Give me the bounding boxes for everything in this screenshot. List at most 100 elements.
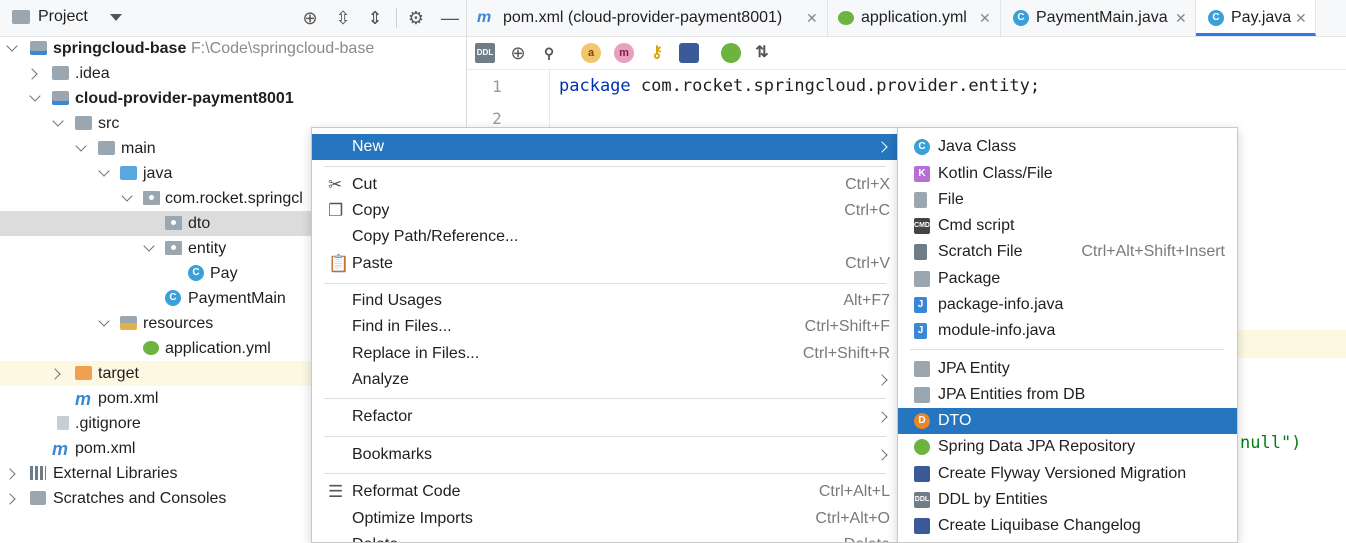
- tree-label: External Libraries: [53, 465, 178, 482]
- submenu-label: DDL by Entities: [938, 491, 1048, 508]
- chevron-down-icon[interactable]: [143, 240, 155, 252]
- tree-item-springcloud-base[interactable]: springcloud-base F:\Code\springcloud-bas…: [0, 36, 466, 61]
- project-title[interactable]: Project: [38, 8, 88, 26]
- key-icon[interactable]: ⚷: [647, 43, 667, 63]
- chevron-right-icon[interactable]: [4, 468, 16, 480]
- submenu-item-package-info[interactable]: J package-info.java: [898, 292, 1237, 318]
- tree-label: pom.xml: [75, 440, 136, 457]
- chevron-down-icon[interactable]: [98, 165, 110, 177]
- yaml-file-icon: [143, 341, 159, 355]
- chevron-down-icon[interactable]: [121, 190, 133, 202]
- tab-application-yml[interactable]: application.yml ✕: [828, 0, 1001, 36]
- submenu-item-package[interactable]: Package: [898, 266, 1237, 292]
- menu-shortcut: Ctrl+X: [845, 176, 890, 193]
- gear-icon[interactable]: ⚙: [406, 8, 426, 28]
- project-folder-icon: [12, 10, 30, 24]
- code-fragment[interactable]: null"): [1240, 433, 1301, 453]
- menu-label: Find Usages: [352, 292, 442, 309]
- close-icon[interactable]: ✕: [806, 0, 818, 36]
- submenu-item-module-info[interactable]: J module-info.java: [898, 318, 1237, 344]
- menu-separator: [324, 436, 886, 437]
- folder-icon: [75, 116, 92, 130]
- menu-shortcut: Ctrl+Alt+L: [818, 483, 890, 500]
- chevron-down-icon[interactable]: [110, 14, 122, 21]
- locate-icon[interactable]: ⊕: [300, 8, 320, 28]
- tab-pay-java[interactable]: C Pay.java ✕: [1196, 0, 1316, 36]
- crosshair-icon[interactable]: ⊕: [508, 43, 528, 63]
- submenu-item-flyway-migration[interactable]: Create Flyway Versioned Migration: [898, 461, 1237, 487]
- tree-item-idea[interactable]: .idea: [0, 61, 466, 86]
- menu-item-paste[interactable]: 📋 Paste Ctrl+V: [312, 251, 898, 277]
- menu-item-replace-in-files[interactable]: Replace in Files... Ctrl+Shift+R: [312, 341, 898, 367]
- submenu-item-cmd-script[interactable]: CMD Cmd script: [898, 213, 1237, 239]
- method-icon[interactable]: m: [614, 43, 634, 63]
- submenu-item-scratch-file[interactable]: Scratch File Ctrl+Alt+Shift+Insert: [898, 239, 1237, 265]
- spring-data-icon[interactable]: [721, 43, 741, 63]
- attribute-icon[interactable]: a: [581, 43, 601, 63]
- chevron-right-icon[interactable]: [26, 68, 38, 80]
- scratches-icon: [30, 491, 46, 505]
- submenu-separator: [910, 349, 1224, 350]
- menu-item-delete[interactable]: Delete... Delete: [312, 532, 898, 542]
- project-header: Project ⊕ ⇳ ⇕ ⚙ —: [0, 0, 466, 37]
- tree-label: springcloud-base: [53, 40, 187, 57]
- submenu-label: Java Class: [938, 138, 1017, 155]
- sort-icon[interactable]: ⇅: [752, 43, 772, 63]
- menu-item-analyze[interactable]: Analyze: [312, 367, 898, 393]
- close-icon[interactable]: ✕: [979, 0, 991, 36]
- submenu-item-jpa-entities-from-db[interactable]: JPA Entities from DB: [898, 382, 1237, 408]
- submenu-item-jpa-entity[interactable]: JPA Entity: [898, 356, 1237, 382]
- ddl-icon[interactable]: DDL: [475, 43, 495, 63]
- menu-item-refactor[interactable]: Refactor: [312, 404, 898, 430]
- string-literal: null"): [1240, 433, 1302, 453]
- submenu-item-file[interactable]: File: [898, 187, 1237, 213]
- submenu-item-kotlin-class[interactable]: K Kotlin Class/File: [898, 161, 1237, 187]
- submenu-item-java-class[interactable]: C Java Class: [898, 134, 1237, 160]
- chevron-down-icon[interactable]: [29, 90, 41, 102]
- dto-icon: D: [914, 413, 930, 429]
- collapse-all-icon[interactable]: ⇕: [365, 8, 385, 28]
- menu-item-new[interactable]: New: [312, 134, 898, 160]
- menu-shortcut: Ctrl+Shift+F: [804, 318, 890, 335]
- close-icon[interactable]: ✕: [1175, 0, 1187, 36]
- menu-item-reformat-code[interactable]: ☰ Reformat Code Ctrl+Alt+L: [312, 479, 898, 505]
- menu-item-cut[interactable]: ✂ Cut Ctrl+X: [312, 172, 898, 198]
- menu-item-copy-path[interactable]: Copy Path/Reference...: [312, 224, 898, 250]
- menu-item-find-in-files[interactable]: Find in Files... Ctrl+Shift+F: [312, 314, 898, 340]
- submenu-item-ddl-by-entities[interactable]: DDL DDL by Entities: [898, 487, 1237, 513]
- flyway-icon: [914, 466, 930, 482]
- menu-item-optimize-imports[interactable]: Optimize Imports Ctrl+Alt+O: [312, 506, 898, 532]
- submenu-item-liquibase-changelog[interactable]: Create Liquibase Changelog: [898, 513, 1237, 539]
- submenu-item-spring-data-jpa[interactable]: Spring Data JPA Repository: [898, 434, 1237, 460]
- tab-label: PaymentMain.java: [1036, 9, 1168, 26]
- editor-tabbar: m pom.xml (cloud-provider-payment8001) ✕…: [467, 0, 1346, 37]
- chevron-down-icon[interactable]: [52, 115, 64, 127]
- code-line-1[interactable]: package com.rocket.springcloud.provider.…: [559, 76, 1040, 96]
- submenu-item-dto[interactable]: D DTO: [898, 408, 1237, 434]
- menu-label: Copy Path/Reference...: [352, 228, 519, 245]
- database-icon[interactable]: [679, 43, 699, 63]
- expand-all-icon[interactable]: ⇳: [333, 8, 353, 28]
- submenu-label: JPA Entity: [938, 360, 1010, 377]
- tab-paymentmain-java[interactable]: C PaymentMain.java ✕: [1001, 0, 1196, 36]
- hierarchy-icon[interactable]: ⚲: [539, 43, 559, 63]
- menu-item-find-usages[interactable]: Find Usages Alt+F7: [312, 288, 898, 314]
- submenu-label: Create Liquibase Changelog: [938, 517, 1141, 534]
- package-icon: [165, 241, 182, 255]
- chevron-right-icon[interactable]: [49, 368, 61, 380]
- menu-item-bookmarks[interactable]: Bookmarks: [312, 442, 898, 468]
- close-icon[interactable]: ✕: [1295, 0, 1307, 36]
- tree-item-cloud-provider-payment8001[interactable]: cloud-provider-payment8001: [0, 86, 466, 111]
- chevron-down-icon[interactable]: [6, 40, 18, 52]
- tab-pom-xml[interactable]: m pom.xml (cloud-provider-payment8001) ✕: [467, 0, 828, 36]
- library-icon: [30, 466, 46, 480]
- chevron-right-icon[interactable]: [4, 493, 16, 505]
- minimize-icon[interactable]: —: [440, 8, 460, 28]
- java-class-icon: C: [1013, 10, 1029, 26]
- submenu-label: Package: [938, 270, 1001, 287]
- chevron-down-icon[interactable]: [98, 315, 110, 327]
- chevron-down-icon[interactable]: [75, 140, 87, 152]
- tree-label: cloud-provider-payment8001: [75, 90, 294, 107]
- menu-item-copy[interactable]: ❐ Copy Ctrl+C: [312, 198, 898, 224]
- chevron-right-icon: [876, 141, 888, 153]
